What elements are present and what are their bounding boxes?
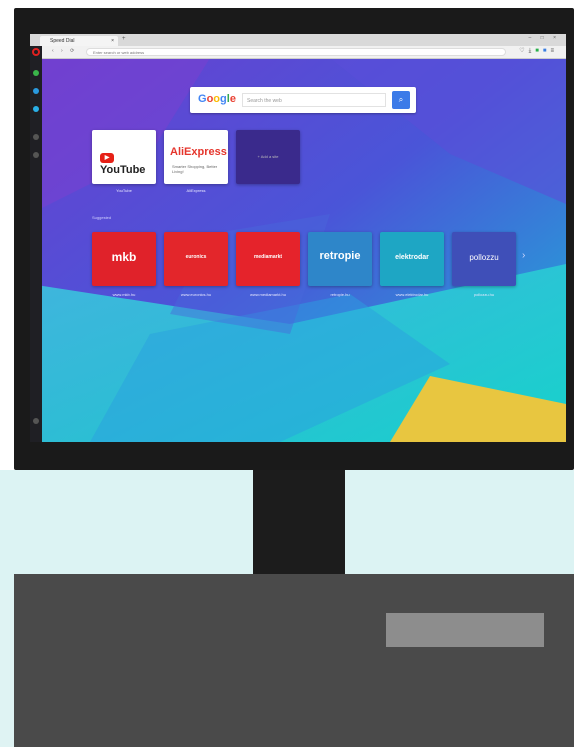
whatsapp-icon[interactable] bbox=[33, 70, 39, 76]
heart-icon[interactable]: ♡ bbox=[519, 48, 528, 54]
tile-label: www.mediamarkt.hu bbox=[249, 292, 286, 297]
opera-logo-icon[interactable] bbox=[32, 48, 40, 56]
monitor-screen: Speed Dial × + – □ × ‹ › ⟳ Enter search … bbox=[30, 34, 566, 442]
telegram-icon[interactable] bbox=[33, 106, 39, 112]
extension-green-icon[interactable]: ■ bbox=[535, 48, 543, 54]
next-arrow-icon[interactable]: › bbox=[522, 250, 525, 261]
new-tab-button[interactable]: + bbox=[122, 36, 126, 42]
search-input[interactable]: Search the web bbox=[242, 93, 386, 107]
speed-dial-aliexpress[interactable]: AliExpress Smarter Shopping, Better Livi… bbox=[164, 130, 228, 184]
tile-label: www.elektrodar.hu bbox=[395, 292, 429, 297]
speed-dial-pollozzu[interactable]: pollozzu bbox=[452, 232, 516, 286]
toolbar-icons[interactable]: ♡⤓■■≡ bbox=[519, 47, 558, 55]
tile-label: pollozzu.hu bbox=[473, 292, 495, 297]
address-toolbar: ‹ › ⟳ Enter search or web address ♡⤓■■≡ bbox=[30, 46, 566, 59]
messenger-icon[interactable] bbox=[33, 88, 39, 94]
desk-slot bbox=[386, 613, 544, 647]
bookmarks-icon[interactable] bbox=[33, 152, 39, 158]
tile-label: retropie.hu bbox=[330, 292, 350, 297]
desk-base bbox=[14, 574, 574, 747]
tab-speed-dial[interactable]: Speed Dial × bbox=[40, 36, 118, 46]
tile-label: YouTube bbox=[116, 188, 132, 193]
history-icon[interactable] bbox=[33, 134, 39, 140]
address-bar[interactable]: Enter search or web address bbox=[86, 48, 506, 56]
speed-dial-mediamarkt[interactable]: mediamarkt bbox=[236, 232, 300, 286]
close-icon[interactable]: × bbox=[111, 36, 114, 46]
tile-label: www.euronics.hu bbox=[180, 292, 212, 297]
section-label: Suggested bbox=[92, 215, 112, 220]
speed-dial-youtube[interactable]: ▶YouTube bbox=[92, 130, 156, 184]
tab-bar: Speed Dial × + – □ × bbox=[30, 34, 566, 46]
menu-icon[interactable]: ≡ bbox=[550, 48, 558, 54]
navigation-buttons[interactable]: ‹ › ⟳ bbox=[52, 48, 77, 54]
speed-dial-euronics[interactable]: euronics bbox=[164, 232, 228, 286]
settings-icon[interactable] bbox=[33, 418, 39, 424]
speed-dial-mkb[interactable]: mkb bbox=[92, 232, 156, 286]
aliexpress-logo: AliExpress bbox=[170, 146, 227, 158]
speed-dial-add-site[interactable]: + Add a site bbox=[236, 130, 300, 184]
window-controls[interactable]: – □ × bbox=[529, 35, 561, 41]
opera-sidebar bbox=[30, 46, 42, 442]
search-icon[interactable]: ⌕ bbox=[392, 91, 410, 109]
tile-label: AliExpress bbox=[186, 188, 206, 193]
aliexpress-tagline: Smarter Shopping, Better Living! bbox=[172, 164, 218, 174]
google-logo: Google bbox=[198, 93, 236, 105]
google-search-box: Google Search the web ⌕ bbox=[190, 87, 416, 113]
speed-dial-retropie[interactable]: retropie bbox=[308, 232, 372, 286]
tile-label: www.mkb.hu bbox=[112, 292, 136, 297]
speed-dial-elektrodar[interactable]: elektrodar bbox=[380, 232, 444, 286]
youtube-logo: ▶YouTube bbox=[100, 153, 146, 176]
play-icon: ▶ bbox=[100, 153, 114, 164]
tab-title: Speed Dial bbox=[50, 38, 75, 44]
monitor-stand bbox=[253, 470, 345, 574]
add-site-label: + Add a site bbox=[257, 154, 279, 159]
